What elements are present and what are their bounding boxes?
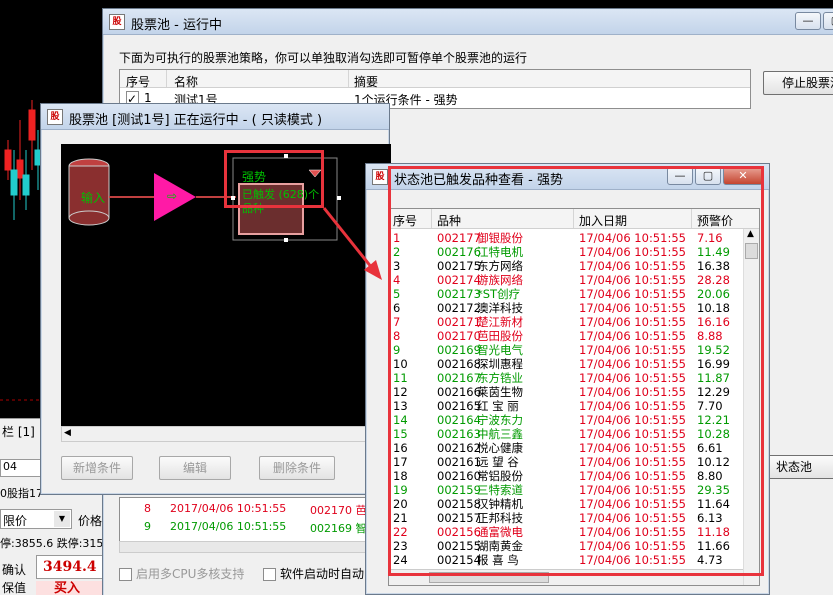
annotation-arrow bbox=[322, 207, 382, 280]
